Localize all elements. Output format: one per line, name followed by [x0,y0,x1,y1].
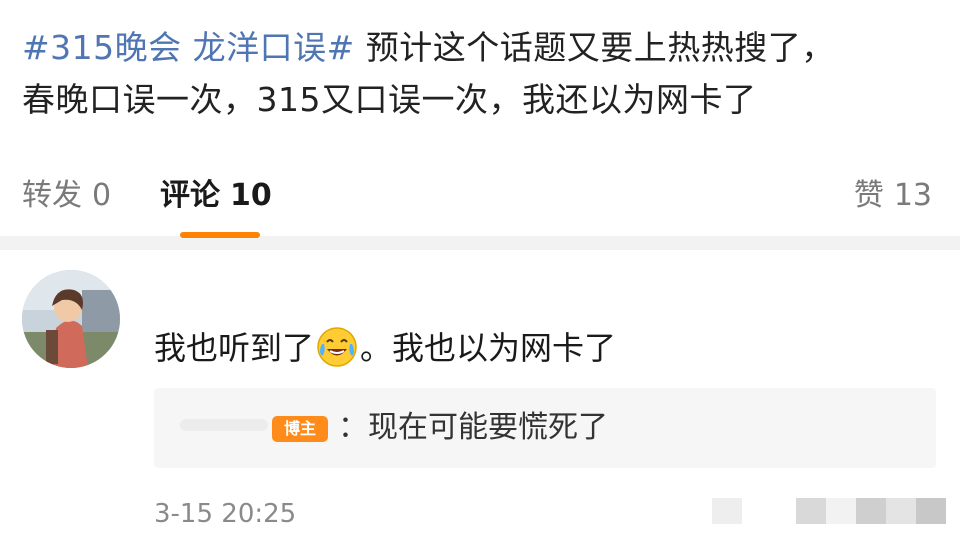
comment-count: 10 [230,178,272,213]
hashtag-link[interactable]: #315晚会 龙洋口误# [22,28,355,67]
comment-label: 评论 [160,178,220,213]
like-label: 赞 [853,178,884,213]
reply-text: ：现在可能要慌死了 [338,410,608,445]
author-badge: 博主 [272,416,328,442]
post-text: #315晚会 龙洋口误# 预计这个话题又要上热热搜了， 春晚口误一次，315又口… [22,22,942,126]
laughing-tears-emoji-icon [316,326,358,368]
active-tab-indicator [180,232,260,238]
comment-text-part2: 。我也以为网卡了 [360,329,617,367]
comment-item: 我也听到了 。我也以为网卡了 博主 ：现在可能要慌死了 3-15 20:25 [0,250,960,546]
blurred-icon [712,498,742,524]
tab-like[interactable]: 赞 13 [854,176,932,216]
comment-text: 我也听到了 。我也以为网卡了 [154,326,616,370]
repost-label: 转发 [22,178,82,213]
avatar[interactable] [22,270,120,368]
post-text-line1: 预计这个话题又要上热热搜了， [354,28,835,67]
comment-timestamp: 3-15 20:25 [154,499,297,529]
like-count: 13 [893,178,932,213]
reply-box[interactable]: 博主 ：现在可能要慌死了 [154,388,936,468]
tab-repost[interactable]: 转发 0 [22,176,111,216]
comment-text-part1: 我也听到了 [154,329,315,367]
avatar-illustration [22,270,120,368]
reply-username-placeholder [180,419,268,431]
blurred-actions [796,498,946,524]
tab-comment[interactable]: 评论 10 [160,176,272,216]
post-text-line2: 春晚口误一次，315又口误一次，我还以为网卡了 [22,80,757,119]
action-bar: 转发 0 评论 10 赞 13 [0,166,960,250]
repost-count: 0 [92,178,112,213]
